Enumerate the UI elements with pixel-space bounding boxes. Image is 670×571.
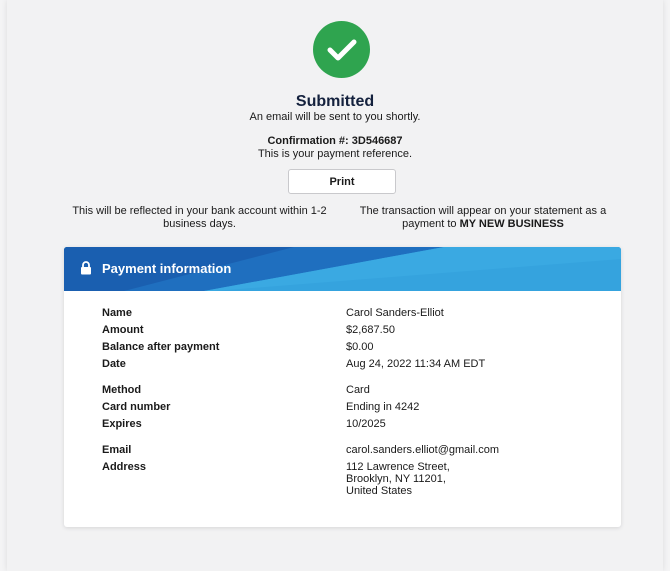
detail-label: Card number [102, 401, 171, 413]
print-button[interactable]: Print [288, 169, 396, 194]
bank-note: This will be reflected in your bank acco… [72, 205, 327, 230]
detail-row-balance: Balance after payment $0.00 [64, 341, 621, 355]
detail-row-amount: Amount $2,687.50 [64, 324, 621, 338]
detail-row-card-number: Card number Ending in 4242 [64, 401, 621, 415]
address-line: United States [346, 485, 413, 497]
detail-label: Method [102, 384, 142, 396]
detail-value: 112 Lawrence Street, Brooklyn, NY 11201,… [346, 461, 450, 497]
detail-label: Name [102, 307, 132, 319]
business-name: MY NEW BUSINESS [459, 218, 564, 230]
detail-row-address: Address 112 Lawrence Street, Brooklyn, N… [64, 461, 621, 503]
address-line: Brooklyn, NY 11201, [346, 473, 446, 485]
detail-label: Balance after payment [102, 341, 220, 353]
detail-row-method: Method Card [64, 384, 621, 398]
statement-note: The transaction will appear on your stat… [338, 205, 628, 231]
detail-row-name: Name Carol Sanders-Elliot [64, 307, 621, 321]
status-title: Submitted [295, 93, 375, 110]
lock-icon [81, 261, 91, 275]
detail-value: carol.sanders.elliot@gmail.com [346, 444, 500, 456]
payment-info-card: Payment information Name Carol Sanders-E… [64, 247, 621, 527]
detail-row-date: Date Aug 24, 2022 11:34 AM EDT [64, 358, 621, 372]
reference-note: This is your payment reference. [257, 148, 413, 160]
detail-label: Amount [102, 324, 144, 336]
detail-value: $2,687.50 [346, 324, 395, 336]
detail-label: Date [102, 358, 126, 370]
detail-label: Address [102, 461, 147, 473]
detail-label: Expires [102, 418, 142, 430]
payment-info-title: Payment information [102, 261, 232, 276]
detail-value: $0.00 [346, 341, 374, 353]
detail-value: 10/2025 [346, 418, 386, 430]
detail-row-email: Email carol.sanders.elliot@gmail.com [64, 444, 621, 458]
status-subtitle: An email will be sent to you shortly. [249, 111, 421, 123]
payment-info-header: Payment information [64, 247, 621, 291]
detail-row-expires: Expires 10/2025 [64, 418, 621, 432]
detail-value: Card [346, 384, 370, 396]
checkmark-icon [313, 21, 370, 78]
address-line: 112 Lawrence Street, [346, 461, 450, 473]
detail-value: Ending in 4242 [346, 401, 420, 413]
detail-value: Aug 24, 2022 11:34 AM EDT [346, 358, 486, 370]
detail-label: Email [102, 444, 132, 456]
detail-value: Carol Sanders-Elliot [346, 307, 444, 319]
confirmation-number: Confirmation #: 3D546687 [267, 135, 403, 147]
